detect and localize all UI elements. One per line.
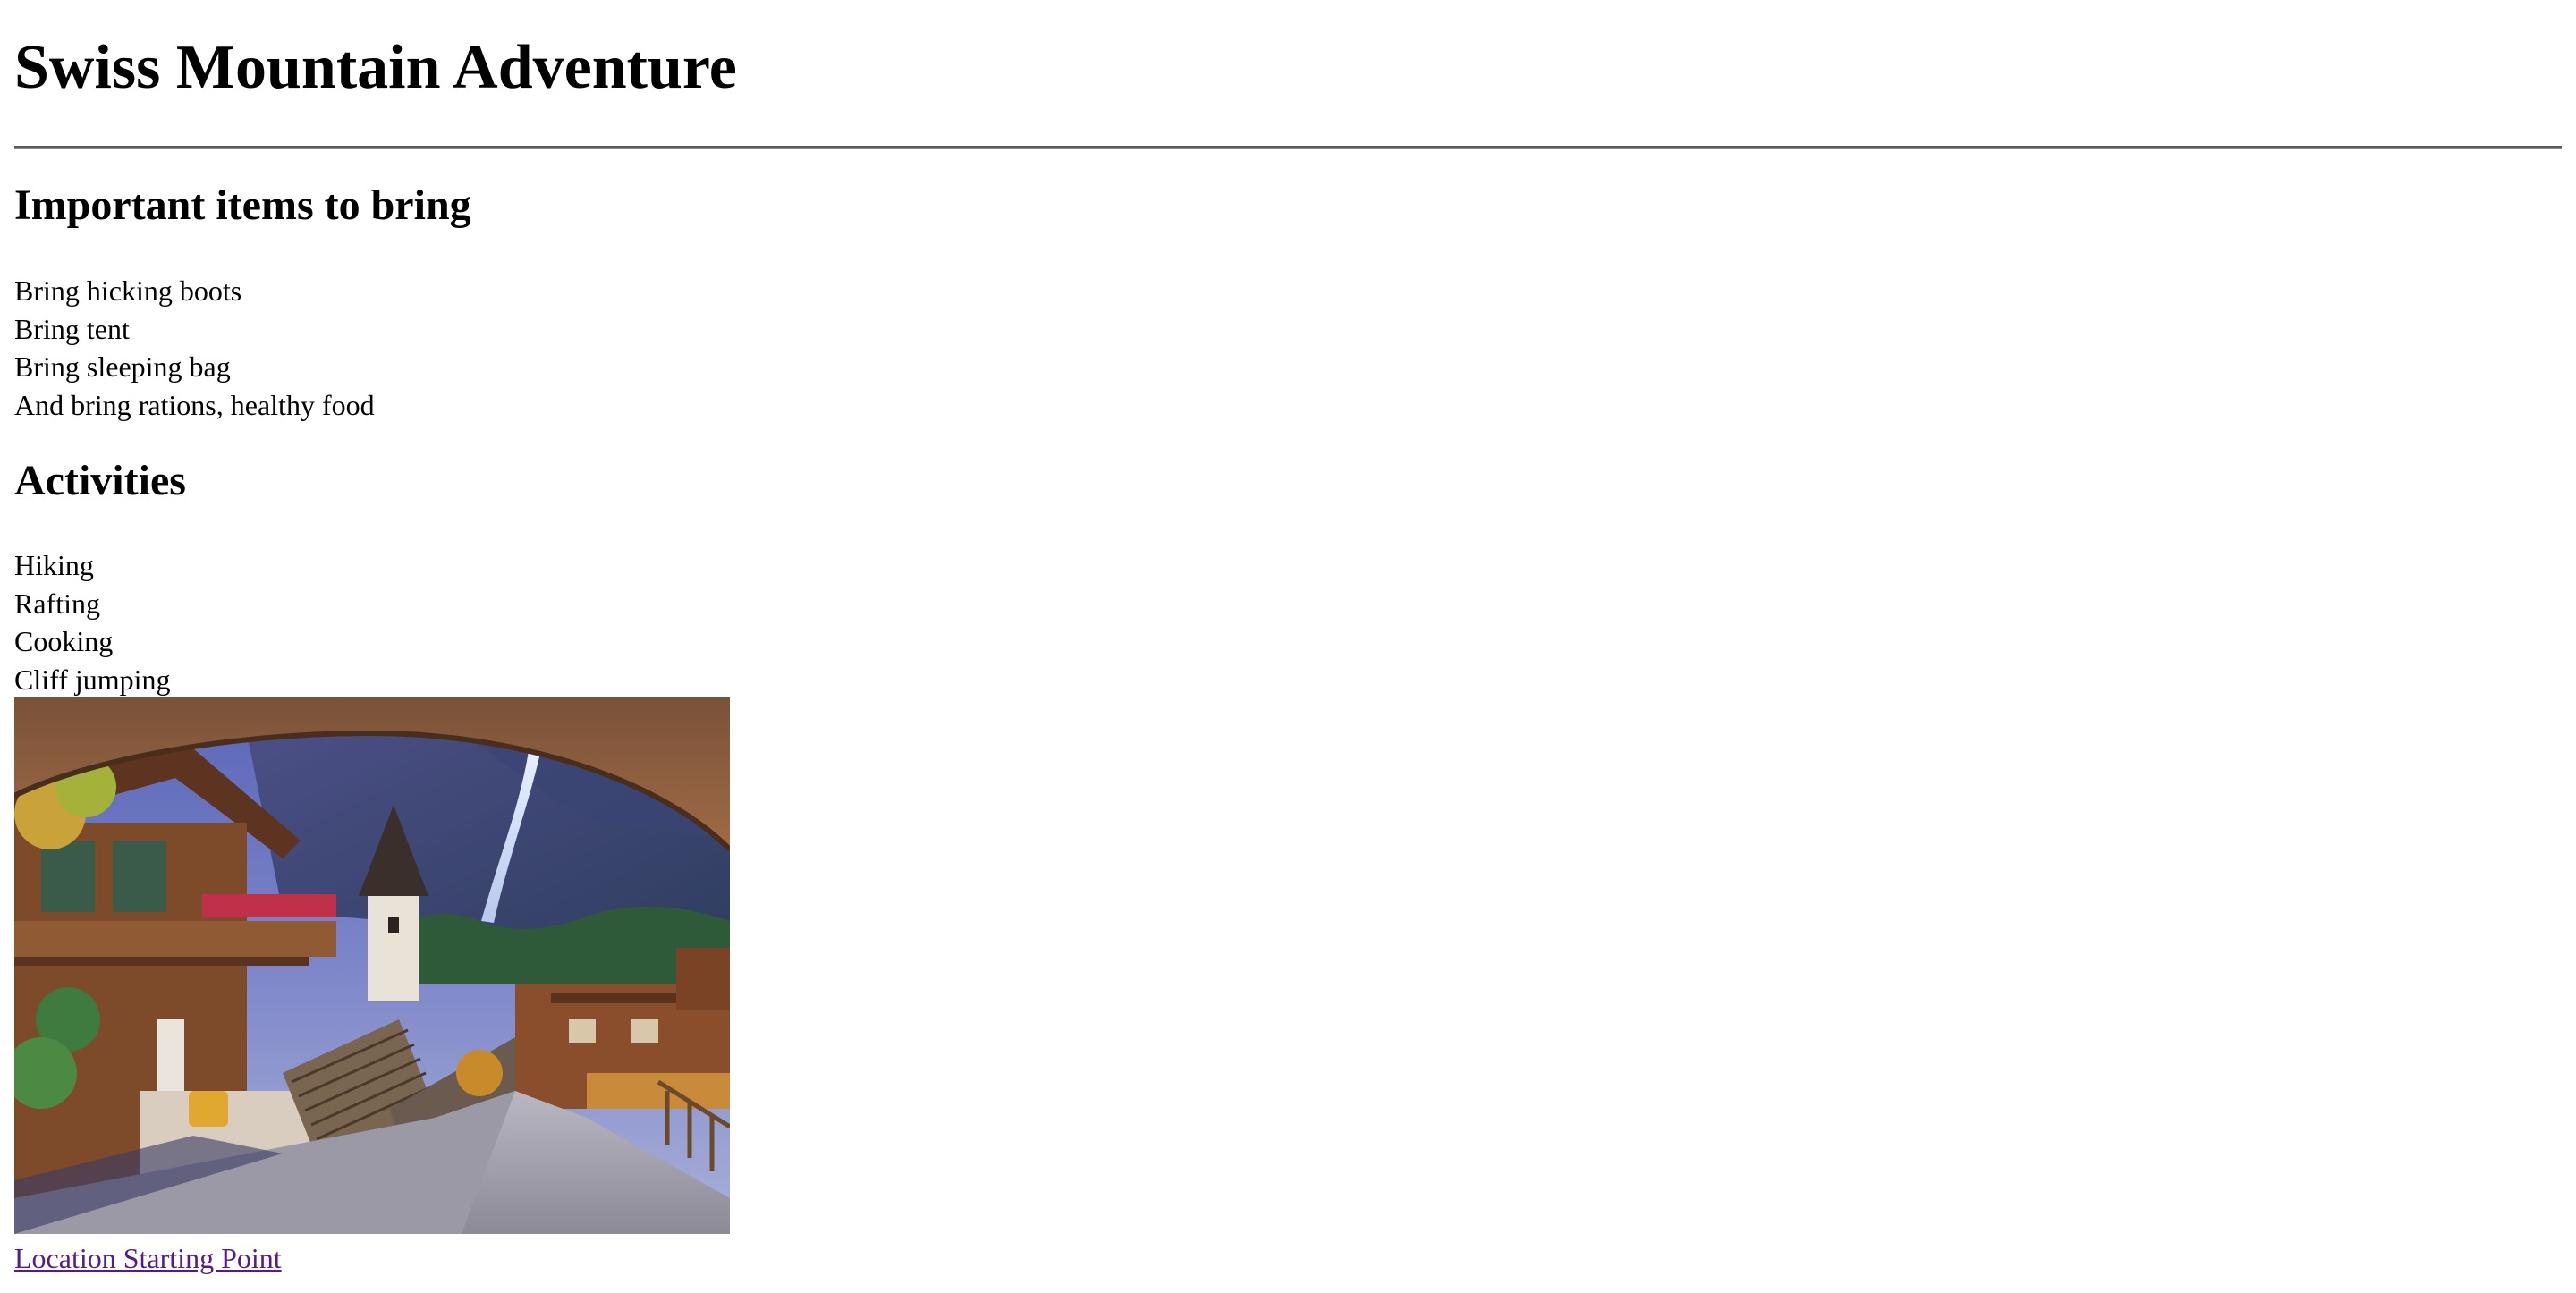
activities-list: Hiking Rafting Cooking Cliff jumping (14, 546, 171, 698)
horizontal-rule (14, 146, 2562, 149)
list-item: Hiking (14, 549, 94, 581)
list-item: Bring hicking boots (14, 275, 242, 307)
items-list: Bring hicking boots Bring tent Bring sle… (14, 272, 375, 424)
items-heading: Important items to bring (14, 182, 471, 229)
list-item: And bring rations, healthy food (14, 388, 375, 421)
village-photo (14, 697, 730, 1234)
activities-heading: Activities (14, 457, 186, 504)
list-item: Rafting (14, 587, 100, 620)
list-item: Bring sleeping bag (14, 351, 231, 383)
list-item: Cooking (14, 625, 114, 657)
list-item: Cliff jumping (14, 663, 171, 696)
location-link[interactable]: Location Starting Point (14, 1239, 282, 1277)
page-title: Swiss Mountain Adventure (14, 33, 737, 102)
list-item: Bring tent (14, 312, 130, 345)
page: Swiss Mountain Adventure Important items… (0, 0, 2576, 1293)
